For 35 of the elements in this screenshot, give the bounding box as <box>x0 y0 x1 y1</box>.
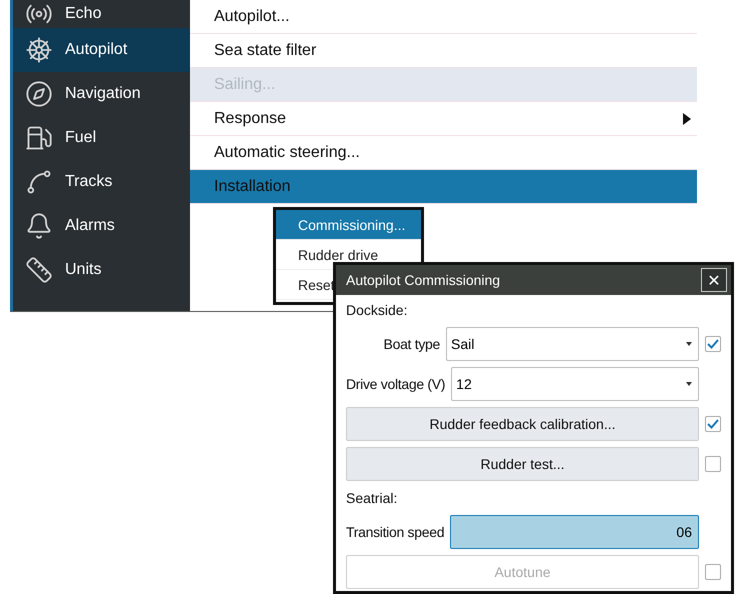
close-button[interactable]: ✕ <box>701 268 727 292</box>
sidebar-icon <box>25 256 53 284</box>
section-heading: Dockside: <box>346 301 408 320</box>
sidebar-item[interactable]: Tracks <box>13 160 190 204</box>
dropdown-field[interactable]: 12 <box>451 367 699 401</box>
submenu-arrow-icon <box>683 112 691 124</box>
checkmark-icon <box>707 339 719 349</box>
field-label: Transition speed <box>346 523 444 541</box>
dialog-title: Autopilot Commissioning <box>346 272 500 288</box>
sidebar-icon <box>25 124 53 152</box>
number-field[interactable]: 06 <box>450 515 699 549</box>
sidebar-icon <box>25 36 53 64</box>
sidebar-item[interactable]: Autopilot <box>13 28 190 72</box>
dialog-button[interactable]: Rudder feedback calibration... <box>346 407 699 441</box>
submenu-item[interactable]: Commissioning... <box>276 210 421 240</box>
caret-icon <box>686 382 692 386</box>
caret-icon <box>686 342 692 346</box>
sidebar-icon <box>25 80 53 108</box>
sidebar-item[interactable]: Echo <box>13 0 190 28</box>
section-heading: Seatrial: <box>346 489 398 508</box>
checkbox[interactable] <box>705 336 721 352</box>
sidebar-item[interactable]: Units <box>13 248 190 292</box>
field-label: Boat type <box>382 335 440 353</box>
sidebar-item[interactable]: Alarms <box>13 204 190 248</box>
sidebar-icon <box>25 168 53 196</box>
dialog-button[interactable]: Rudder test... <box>346 447 699 481</box>
dropdown-field[interactable]: Sail <box>446 327 699 361</box>
checkbox[interactable] <box>705 416 721 432</box>
field-label: Drive voltage (V) <box>346 375 446 393</box>
sidebar-icon <box>25 212 53 240</box>
menu-item[interactable]: Installation <box>190 170 697 204</box>
checkmark-icon <box>707 419 719 429</box>
checkbox[interactable] <box>705 456 721 472</box>
sidebar-item[interactable]: Navigation <box>13 72 190 116</box>
sidebar-item[interactable]: Fuel <box>13 116 190 160</box>
